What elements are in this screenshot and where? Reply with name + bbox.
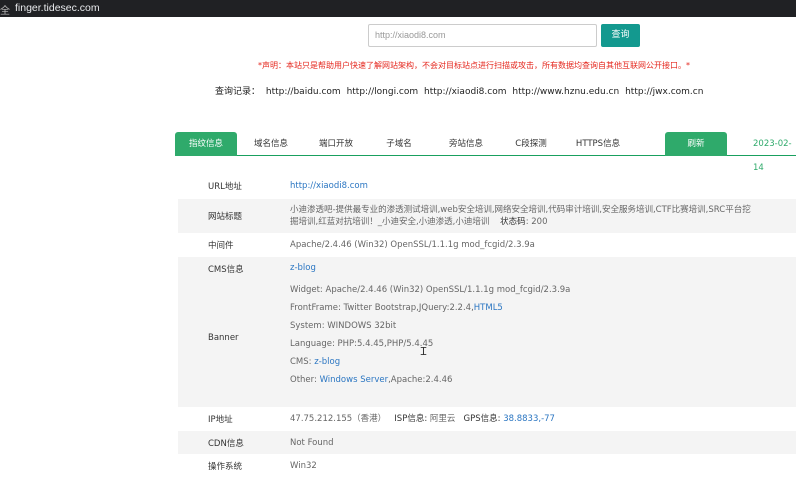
banner-system: System: WINDOWS 32bit <box>290 321 397 331</box>
cms-link[interactable]: z-blog <box>290 259 796 277</box>
tab-subdomains[interactable]: 子域名 <box>371 132 427 156</box>
refresh-button[interactable]: 刷新 <box>665 132 727 156</box>
isp-value: 阿里云 <box>429 414 456 424</box>
row-label: 中间件 <box>208 241 234 251</box>
url-link[interactable]: http://xiaodi8.com <box>290 180 368 192</box>
query-button[interactable]: 查询 <box>601 24 640 47</box>
history-link[interactable]: http://xiaodi8.com <box>424 87 506 97</box>
history-link[interactable]: http://baidu.com <box>266 87 341 97</box>
tab-ports[interactable]: 端口开放 <box>305 132 367 156</box>
cms-label: CMS信息 <box>208 265 244 275</box>
tab-fingerprint[interactable]: 指纹信息 <box>175 132 237 156</box>
status-code-value: 200 <box>531 217 548 227</box>
table-row: CDN信息 Not Found <box>178 431 796 454</box>
table-row: IP地址 47.75.212.155（香港） ISP信息: 阿里云 GPS信息:… <box>178 407 796 431</box>
row-label: URL地址 <box>208 182 242 192</box>
row-label: CDN信息 <box>208 438 244 449</box>
windows-server-link[interactable]: Windows Server <box>320 375 389 385</box>
site-info-icon[interactable]: 全 <box>0 2 10 17</box>
os-value: Win32 <box>290 460 317 471</box>
gps-link[interactable]: 38.8833,-77 <box>503 413 555 425</box>
tab-sidesites[interactable]: 旁站信息 <box>431 132 501 156</box>
tab-csegment[interactable]: C段探测 <box>505 132 557 156</box>
history-link[interactable]: http://longi.com <box>347 87 419 97</box>
browser-address-bar[interactable]: 全 finger.tidesec.com <box>0 0 796 17</box>
table-row: URL地址 http://xiaodi8.com <box>178 173 796 199</box>
disclaimer-notice: *声明：本站只是帮助用户快速了解网站架构，不会对目标站点进行扫描或攻击，所有数据… <box>258 61 690 70</box>
banner-cms: CMS: z-blog <box>290 357 341 367</box>
cdn-value: Not Found <box>290 437 334 448</box>
gps-label: GPS信息: <box>463 414 501 424</box>
banner-frontframe: FrontFrame: Twitter Bootstrap,JQuery:2.2… <box>290 303 503 313</box>
row-label: IP地址 <box>208 415 233 425</box>
history-link[interactable]: http://jwx.com.cn <box>625 87 703 97</box>
table-row: 网站标题 小迪渗透吧-提供最专业的渗透测试培训,web安全培训,网络安全培训,代… <box>178 199 796 233</box>
status-code-label: 状态码 <box>500 217 526 227</box>
address-url[interactable]: finger.tidesec.com <box>15 2 100 14</box>
banner-cms-link[interactable]: z-blog <box>314 357 340 367</box>
banner-language: Language: PHP:5.4.45,PHP/5.4.45 <box>290 339 434 349</box>
search-input[interactable]: http://xiaodi8.com <box>368 24 597 47</box>
html5-link[interactable]: HTML5 <box>474 303 503 313</box>
query-history: 查询记录： http://baidu.com http://longi.com … <box>215 84 706 97</box>
table-row: 操作系统 Win32 <box>178 454 796 477</box>
result-tabs: 指纹信息 域名信息 端口开放 子域名 旁站信息 C段探测 HTTPS信息 刷新 … <box>175 132 796 173</box>
banner-other: Other: Windows Server,Apache:2.4.46 <box>290 375 453 385</box>
banner-widget: Widget: Apache/2.4.46 (Win32) OpenSSL/1.… <box>290 285 571 295</box>
tab-https[interactable]: HTTPS信息 <box>565 132 631 156</box>
table-row: 中间件 Apache/2.4.46 (Win32) OpenSSL/1.1.1g… <box>178 233 796 257</box>
history-link[interactable]: http://www.hznu.edu.cn <box>512 87 619 97</box>
middleware-value: Apache/2.4.46 (Win32) OpenSSL/1.1.1g mod… <box>290 240 535 250</box>
text-cursor-icon: Ｉ <box>418 345 429 358</box>
table-row: CMS信息 Banner z-blog Widget: Apache/2.4.4… <box>178 257 796 407</box>
row-label: 操作系统 <box>208 461 243 472</box>
row-label: 网站标题 <box>208 212 243 222</box>
history-label: 查询记录： <box>215 87 261 97</box>
fingerprint-table: URL地址 http://xiaodi8.com 网站标题 小迪渗透吧-提供最专… <box>178 173 796 477</box>
tab-domain[interactable]: 域名信息 <box>241 132 301 156</box>
banner-label: Banner <box>208 333 239 343</box>
isp-label: ISP信息: <box>394 414 428 424</box>
ip-value: 47.75.212.155（香港） <box>290 414 387 424</box>
site-title-value: 小迪渗透吧-提供最专业的渗透测试培训,web安全培训,网络安全培训,代码审计培训… <box>290 205 751 227</box>
